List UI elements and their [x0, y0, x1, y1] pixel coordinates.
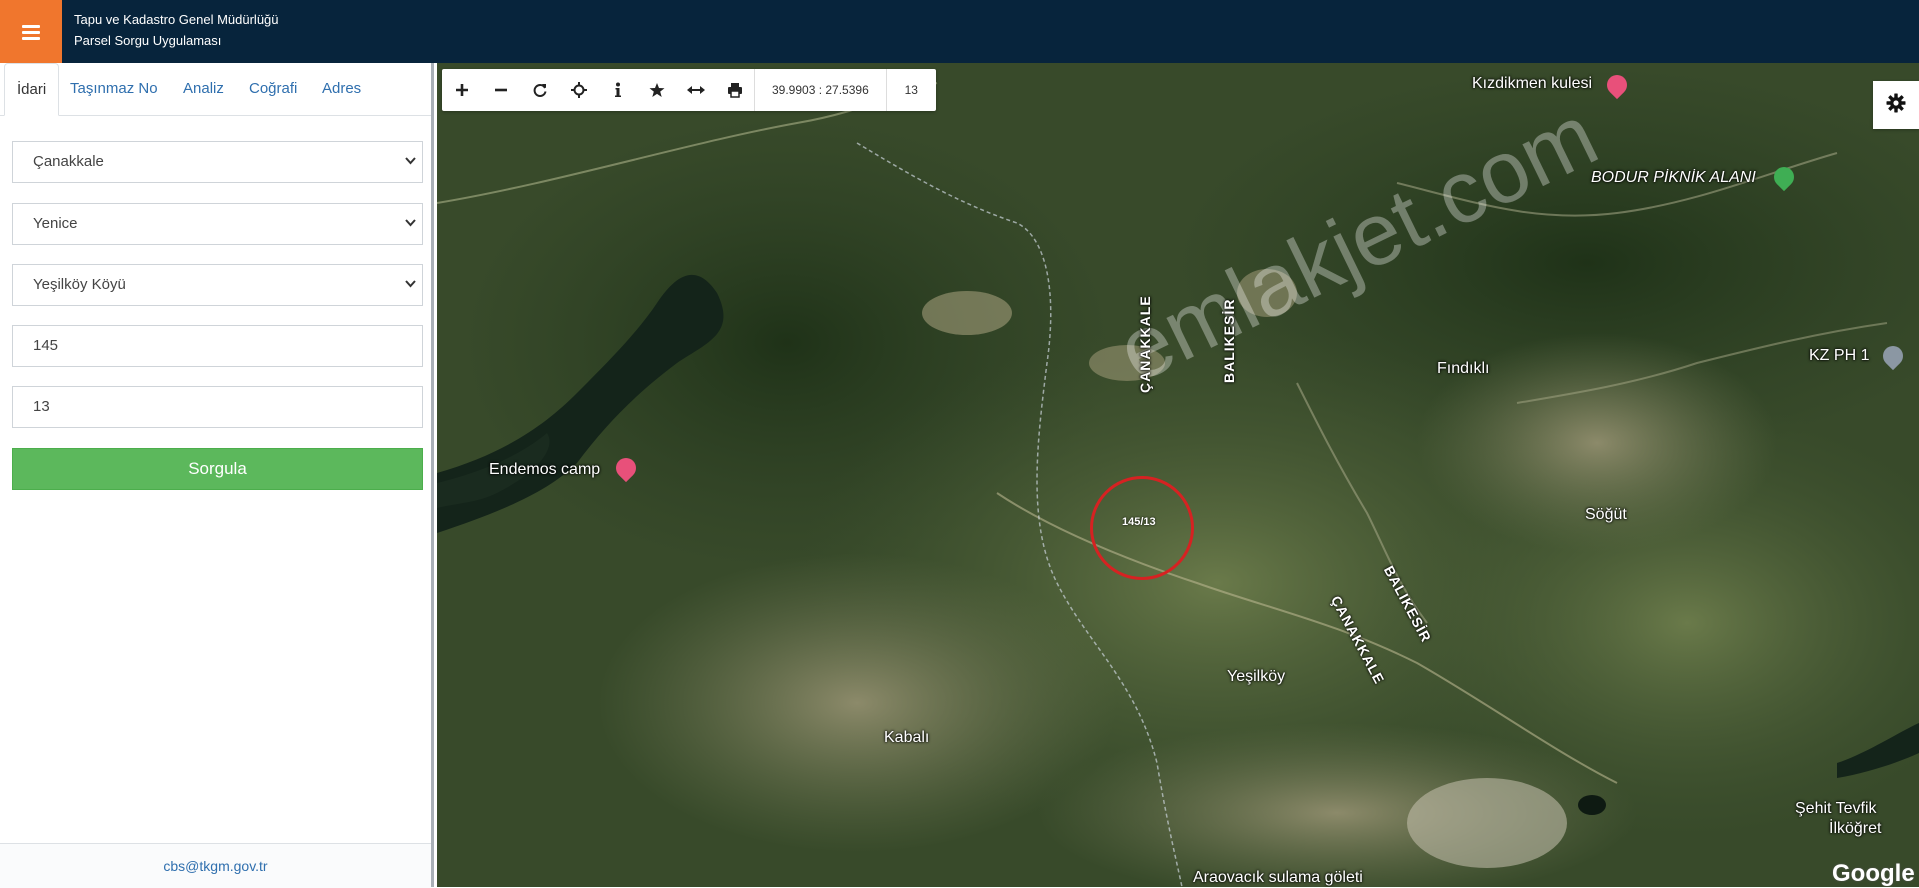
map-label-kizdikmen: Kızdikmen kulesi [1472, 75, 1593, 92]
info-icon [613, 82, 623, 98]
tab-adres[interactable]: Adres [310, 63, 373, 115]
hamburger-menu-button[interactable] [0, 0, 62, 63]
zoom-level-readout: 13 [885, 69, 936, 111]
gear-icon [1886, 93, 1906, 118]
road-label-balikesir-north: BALIKESİR [1221, 298, 1237, 383]
locate-button[interactable] [559, 69, 598, 111]
map-label-endemos: Endemos camp [489, 461, 601, 478]
parcel-highlight-ring[interactable] [1090, 476, 1194, 580]
app-title-line1: Tapu ve Kadastro Genel Müdürlüğü [74, 12, 279, 27]
block-input[interactable]: 145 [12, 325, 423, 367]
map-label-sogut: Söğüt [1585, 506, 1627, 523]
province-select[interactable]: Çanakkale [12, 141, 423, 183]
chevron-down-icon [405, 280, 416, 289]
map-label-yesilkoy: Yeşilköy [1227, 668, 1286, 685]
settings-button[interactable] [1873, 81, 1919, 129]
map-label-araovacik: Araovacık sulama göleti [1193, 869, 1363, 886]
zoom-out-icon [493, 82, 509, 98]
app-title: Tapu ve Kadastro Genel Müdürlüğü Parsel … [74, 9, 279, 51]
province-value: Çanakkale [33, 153, 104, 170]
zoom-in-button[interactable] [442, 69, 481, 111]
print-icon [727, 82, 743, 98]
parcel-input[interactable]: 13 [12, 386, 423, 428]
query-button[interactable]: Sorgula [12, 448, 423, 490]
measure-icon [686, 84, 705, 96]
map-label-ilkogret: İlköğret [1829, 820, 1882, 837]
neighborhood-value: Yeşilköy Köyü [33, 276, 126, 293]
hamburger-icon [22, 24, 40, 40]
print-button[interactable] [715, 69, 754, 111]
zoom-out-button[interactable] [481, 69, 520, 111]
info-button[interactable] [598, 69, 637, 111]
coordinate-readout: 39.9903 : 27.5396 [754, 69, 886, 111]
favorite-button[interactable] [637, 69, 676, 111]
road-label-canakkale-north: ÇANAKKALE [1137, 295, 1153, 393]
parcel-label: 145/13 [1122, 516, 1156, 528]
neighborhood-select[interactable]: Yeşilköy Köyü [12, 264, 423, 306]
map-label-sehit: Şehit Tevfik [1795, 800, 1877, 817]
map-label-findikli: Fındıklı [1437, 360, 1490, 377]
contact-email-link[interactable]: cbs@tkgm.gov.tr [0, 843, 431, 888]
block-value: 145 [33, 337, 59, 354]
district-value: Yenice [33, 215, 78, 232]
map-label-kzph: KZ PH 1 [1809, 347, 1870, 364]
chevron-down-icon [405, 219, 416, 228]
star-icon [649, 82, 665, 98]
locate-icon [570, 82, 587, 98]
measure-button[interactable] [676, 69, 715, 111]
map-label-kabali: Kabalı [884, 729, 930, 746]
map-label-bodur: BODUR PİKNİK ALANI [1591, 169, 1756, 186]
map-toolbar: 39.9903 : 27.5396 13 [442, 69, 936, 111]
chevron-down-icon [405, 157, 416, 166]
parcel-value: 13 [33, 398, 50, 415]
tab-idari[interactable]: İdari [4, 63, 60, 116]
district-select[interactable]: Yenice [12, 203, 423, 245]
google-logo: Google [1832, 860, 1915, 887]
refresh-button[interactable] [520, 69, 559, 111]
satellite-map[interactable]: emlakjet.com Kızdikmen kulesi BODUR PİKN… [437, 63, 1919, 887]
query-tabs: İdari Taşınmaz No Analiz Coğrafi Adres [0, 63, 431, 116]
query-sidebar: İdari Taşınmaz No Analiz Coğrafi Adres Ç… [0, 63, 434, 888]
app-title-line2: Parsel Sorgu Uygulaması [74, 33, 222, 48]
app-header: Tapu ve Kadastro Genel Müdürlüğü Parsel … [0, 0, 1919, 63]
zoom-in-icon [454, 82, 470, 98]
tab-cografi[interactable]: Coğrafi [237, 63, 309, 115]
tab-tasinmaz-no[interactable]: Taşınmaz No [58, 63, 170, 115]
refresh-icon [532, 82, 548, 98]
tab-analiz[interactable]: Analiz [171, 63, 236, 115]
